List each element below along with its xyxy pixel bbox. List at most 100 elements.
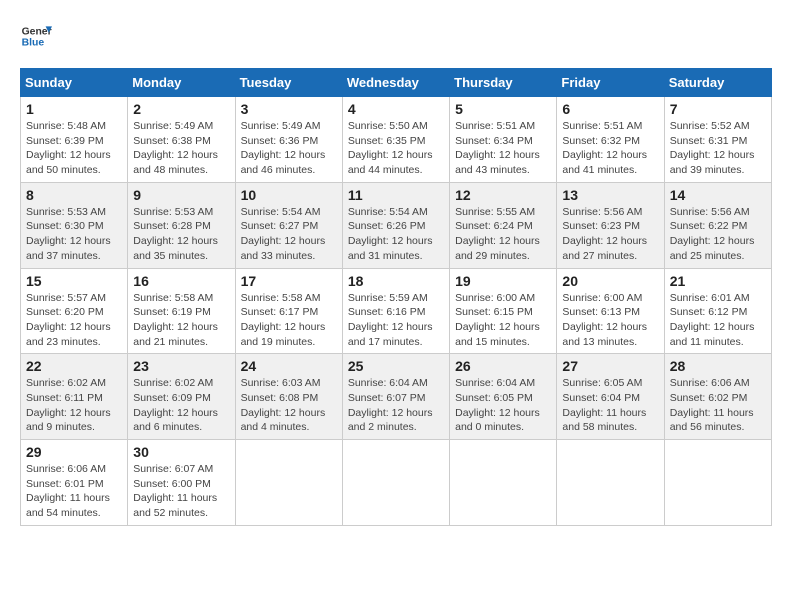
calendar-week-row: 1 Sunrise: 5:48 AMSunset: 6:39 PMDaylight… [21, 97, 772, 183]
day-info: Sunrise: 5:48 AMSunset: 6:39 PMDaylight:… [26, 120, 111, 176]
day-number: 30 [133, 444, 229, 460]
day-number: 19 [455, 273, 551, 289]
calendar-cell [557, 440, 664, 526]
calendar-cell: 14Sunrise: 5:56 AMSunset: 6:22 PMDayligh… [664, 182, 771, 268]
day-of-week-header: Monday [128, 69, 235, 97]
day-info: Sunrise: 6:03 AMSunset: 6:08 PMDaylight:… [241, 377, 326, 433]
day-info: Sunrise: 6:07 AMSunset: 6:00 PMDaylight:… [133, 463, 217, 519]
calendar-cell: 4 Sunrise: 5:50 AMSunset: 6:35 PMDaylight… [342, 97, 449, 183]
day-info: Sunrise: 6:02 AMSunset: 6:09 PMDaylight:… [133, 377, 218, 433]
day-number: 22 [26, 358, 122, 374]
day-info: Sunrise: 6:00 AMSunset: 6:13 PMDaylight:… [562, 292, 647, 348]
calendar-cell: 15 Sunrise: 5:57 AMSunset: 6:20 PMDayligh… [21, 268, 128, 354]
calendar-cell: 17Sunrise: 5:58 AMSunset: 6:17 PMDayligh… [235, 268, 342, 354]
svg-text:Blue: Blue [22, 38, 45, 49]
day-number: 21 [670, 273, 766, 289]
logo: General Blue [20, 20, 52, 52]
calendar-cell: 18 Sunrise: 5:59 AMSunset: 6:16 PMDayligh… [342, 268, 449, 354]
day-info: Sunrise: 5:49 AMSunset: 6:38 PMDaylight:… [133, 120, 218, 176]
day-of-week-header: Tuesday [235, 69, 342, 97]
day-info: Sunrise: 6:00 AMSunset: 6:15 PMDaylight:… [455, 292, 540, 348]
day-info: Sunrise: 5:57 AMSunset: 6:20 PMDaylight:… [26, 292, 111, 348]
calendar-cell: 6 Sunrise: 5:51 AMSunset: 6:32 PMDaylight… [557, 97, 664, 183]
day-number: 14 [670, 187, 766, 203]
day-number: 12 [455, 187, 551, 203]
day-number: 5 [455, 101, 551, 117]
calendar-cell: 19 Sunrise: 6:00 AMSunset: 6:15 PMDayligh… [450, 268, 557, 354]
calendar-cell: 30 Sunrise: 6:07 AMSunset: 6:00 PMDayligh… [128, 440, 235, 526]
calendar-week-row: 29 Sunrise: 6:06 AMSunset: 6:01 PMDayligh… [21, 440, 772, 526]
day-of-week-header: Thursday [450, 69, 557, 97]
day-number: 11 [348, 187, 444, 203]
day-info: Sunrise: 5:59 AMSunset: 6:16 PMDaylight:… [348, 292, 433, 348]
calendar-week-row: 8Sunrise: 5:53 AMSunset: 6:30 PMDaylight… [21, 182, 772, 268]
calendar-cell [450, 440, 557, 526]
day-info: Sunrise: 5:55 AMSunset: 6:24 PMDaylight:… [455, 206, 540, 262]
calendar-table: SundayMondayTuesdayWednesdayThursdayFrid… [20, 68, 772, 526]
day-number: 28 [670, 358, 766, 374]
calendar-cell: 20 Sunrise: 6:00 AMSunset: 6:13 PMDayligh… [557, 268, 664, 354]
calendar-cell [342, 440, 449, 526]
page-header: General Blue [20, 20, 772, 52]
calendar-cell: 5 Sunrise: 5:51 AMSunset: 6:34 PMDaylight… [450, 97, 557, 183]
day-info: Sunrise: 6:01 AMSunset: 6:12 PMDaylight:… [670, 292, 755, 348]
calendar-cell: 22 Sunrise: 6:02 AMSunset: 6:11 PMDayligh… [21, 354, 128, 440]
logo-icon: General Blue [20, 20, 52, 52]
day-info: Sunrise: 5:50 AMSunset: 6:35 PMDaylight:… [348, 120, 433, 176]
calendar-cell: 1 Sunrise: 5:48 AMSunset: 6:39 PMDaylight… [21, 97, 128, 183]
calendar-cell: 12 Sunrise: 5:55 AMSunset: 6:24 PMDayligh… [450, 182, 557, 268]
day-info: Sunrise: 6:06 AMSunset: 6:01 PMDaylight:… [26, 463, 110, 519]
day-number: 13 [562, 187, 658, 203]
day-info: Sunrise: 5:52 AMSunset: 6:31 PMDaylight:… [670, 120, 755, 176]
day-info: Sunrise: 5:56 AMSunset: 6:23 PMDaylight:… [562, 206, 647, 262]
day-number: 9 [133, 187, 229, 203]
calendar-cell: 28 Sunrise: 6:06 AMSunset: 6:02 PMDayligh… [664, 354, 771, 440]
calendar-cell: 24 Sunrise: 6:03 AMSunset: 6:08 PMDayligh… [235, 354, 342, 440]
day-info: Sunrise: 5:54 AMSunset: 6:26 PMDaylight:… [348, 206, 433, 262]
calendar-header-row: SundayMondayTuesdayWednesdayThursdayFrid… [21, 69, 772, 97]
day-number: 15 [26, 273, 122, 289]
day-info: Sunrise: 5:58 AMSunset: 6:17 PMDaylight:… [241, 292, 326, 348]
calendar-cell: 27Sunrise: 6:05 AMSunset: 6:04 PMDayligh… [557, 354, 664, 440]
day-of-week-header: Friday [557, 69, 664, 97]
calendar-cell: 13 Sunrise: 5:56 AMSunset: 6:23 PMDayligh… [557, 182, 664, 268]
day-number: 2 [133, 101, 229, 117]
calendar-cell: 26Sunrise: 6:04 AMSunset: 6:05 PMDayligh… [450, 354, 557, 440]
day-info: Sunrise: 6:02 AMSunset: 6:11 PMDaylight:… [26, 377, 111, 433]
calendar-cell: 11 Sunrise: 5:54 AMSunset: 6:26 PMDayligh… [342, 182, 449, 268]
day-info: Sunrise: 5:49 AMSunset: 6:36 PMDaylight:… [241, 120, 326, 176]
day-info: Sunrise: 5:54 AMSunset: 6:27 PMDaylight:… [241, 206, 326, 262]
day-info: Sunrise: 5:51 AMSunset: 6:34 PMDaylight:… [455, 120, 540, 176]
calendar-cell: 21 Sunrise: 6:01 AMSunset: 6:12 PMDayligh… [664, 268, 771, 354]
day-number: 7 [670, 101, 766, 117]
day-info: Sunrise: 5:58 AMSunset: 6:19 PMDaylight:… [133, 292, 218, 348]
calendar-cell: 29 Sunrise: 6:06 AMSunset: 6:01 PMDayligh… [21, 440, 128, 526]
day-number: 29 [26, 444, 122, 460]
day-of-week-header: Sunday [21, 69, 128, 97]
calendar-cell: 3 Sunrise: 5:49 AMSunset: 6:36 PMDaylight… [235, 97, 342, 183]
calendar-cell: 9 Sunrise: 5:53 AMSunset: 6:28 PMDaylight… [128, 182, 235, 268]
day-number: 10 [241, 187, 337, 203]
day-number: 20 [562, 273, 658, 289]
calendar-week-row: 22 Sunrise: 6:02 AMSunset: 6:11 PMDayligh… [21, 354, 772, 440]
calendar-cell: 16Sunrise: 5:58 AMSunset: 6:19 PMDayligh… [128, 268, 235, 354]
day-of-week-header: Wednesday [342, 69, 449, 97]
day-number: 24 [241, 358, 337, 374]
day-info: Sunrise: 5:51 AMSunset: 6:32 PMDaylight:… [562, 120, 647, 176]
day-info: Sunrise: 6:06 AMSunset: 6:02 PMDaylight:… [670, 377, 754, 433]
calendar-cell: 23Sunrise: 6:02 AMSunset: 6:09 PMDayligh… [128, 354, 235, 440]
day-number: 4 [348, 101, 444, 117]
day-number: 26 [455, 358, 551, 374]
day-info: Sunrise: 6:04 AMSunset: 6:07 PMDaylight:… [348, 377, 433, 433]
calendar-cell [235, 440, 342, 526]
day-number: 3 [241, 101, 337, 117]
calendar-cell: 8Sunrise: 5:53 AMSunset: 6:30 PMDaylight… [21, 182, 128, 268]
day-number: 18 [348, 273, 444, 289]
calendar-cell: 2 Sunrise: 5:49 AMSunset: 6:38 PMDaylight… [128, 97, 235, 183]
day-info: Sunrise: 5:53 AMSunset: 6:28 PMDaylight:… [133, 206, 218, 262]
day-info: Sunrise: 6:05 AMSunset: 6:04 PMDaylight:… [562, 377, 646, 433]
calendar-week-row: 15 Sunrise: 5:57 AMSunset: 6:20 PMDayligh… [21, 268, 772, 354]
day-of-week-header: Saturday [664, 69, 771, 97]
day-number: 6 [562, 101, 658, 117]
day-number: 1 [26, 101, 122, 117]
